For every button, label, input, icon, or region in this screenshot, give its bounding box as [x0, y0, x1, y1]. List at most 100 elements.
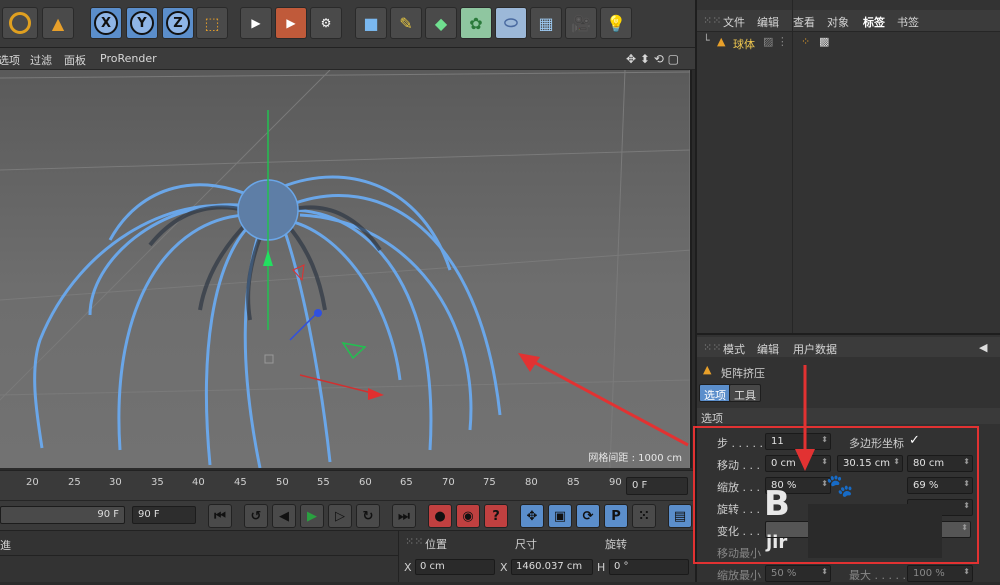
watermark-left-text: B: [764, 484, 790, 524]
move-min-label: 移动最小: [717, 547, 761, 560]
tick-label: 30: [109, 477, 122, 488]
attributes-menu-edit[interactable]: 编辑: [757, 341, 779, 357]
viewport-menu-prorender[interactable]: ProRender: [100, 52, 157, 65]
x-label: X: [404, 561, 412, 574]
tool-icon: ▲: [703, 363, 712, 376]
tick-label: 80: [525, 477, 538, 488]
timeline-window-icon[interactable]: ▤: [668, 504, 692, 528]
objects-menu-tags[interactable]: 标签: [863, 14, 885, 30]
attr-row-step: 步 . . . . . 11 多边形坐标 ✓: [697, 431, 1000, 453]
timeline-ruler[interactable]: 20 25 30 35 40 45 50 55 60 65 70 75 80 8…: [0, 470, 695, 500]
tag-icon[interactable]: ⁘: [801, 35, 810, 48]
visibility-toggle-icon[interactable]: ▨ ⋮: [763, 35, 788, 48]
coordinate-system-icon[interactable]: ⬚: [196, 7, 228, 39]
key-position-icon[interactable]: ✥: [520, 504, 544, 528]
current-frame-field[interactable]: 0 F: [626, 477, 688, 495]
previous-key-icon[interactable]: ↺: [244, 504, 268, 528]
annotation-arrow-line: [529, 358, 689, 447]
objects-menu-object[interactable]: 对象: [827, 14, 849, 30]
z-axis-lock-button[interactable]: Z: [162, 7, 194, 39]
previous-frame-icon[interactable]: ◀: [272, 504, 296, 528]
tick-label: 65: [400, 477, 413, 488]
x-axis-handle[interactable]: [368, 388, 384, 400]
max-field[interactable]: 100 %: [907, 565, 973, 582]
rotation-h-field[interactable]: 0 °: [609, 559, 689, 575]
render-settings-icon[interactable]: ⚙: [310, 7, 342, 39]
attr-row-move: 移动 . . . 0 cm 30.15 cm 80 cm: [697, 453, 1000, 475]
key-scale-icon[interactable]: ▣: [548, 504, 572, 528]
back-arrow-icon[interactable]: ◀: [979, 341, 987, 354]
texture-tag-icon[interactable]: ▩: [819, 35, 829, 48]
attributes-menu-mode[interactable]: 模式: [723, 341, 745, 357]
tick-label: 70: [442, 477, 455, 488]
floor-icon[interactable]: ▦: [530, 7, 562, 39]
coord-header-rotation: 旋转: [605, 538, 627, 551]
key-rotation-icon[interactable]: ⟳: [576, 504, 600, 528]
subdivision-icon[interactable]: ◆: [425, 7, 457, 39]
preview-end-field[interactable]: 90 F: [132, 506, 196, 524]
viewport-menu-bar: 选项 过滤 面板 ProRender ✥ ⬍ ⟲ ▢: [0, 48, 695, 70]
scale-min-field[interactable]: 50 %: [765, 565, 831, 582]
tree-branch-icon: └: [703, 34, 710, 47]
pen-icon[interactable]: ✎: [390, 7, 422, 39]
viewport-menu-panel[interactable]: 面板: [64, 52, 86, 68]
tick-label: 75: [483, 477, 496, 488]
material-icon[interactable]: ▲: [42, 7, 74, 39]
viewport-nav-icons[interactable]: ✥ ⬍ ⟲ ▢: [626, 52, 679, 66]
undo-icon[interactable]: [2, 7, 38, 39]
objects-menu-bookmarks[interactable]: 书签: [897, 14, 919, 30]
down-arrow-annotation: [795, 365, 815, 471]
move-z-field[interactable]: 80 cm: [907, 455, 973, 472]
keyframe-selection-icon[interactable]: ?: [484, 504, 508, 528]
preview-start-field[interactable]: 90 F: [0, 506, 125, 524]
tab-options[interactable]: 选项: [699, 384, 731, 402]
plane-handle-green[interactable]: [341, 341, 367, 360]
go-to-start-icon[interactable]: ⏮: [208, 504, 232, 528]
camera-icon[interactable]: 🎥: [565, 7, 597, 39]
attributes-menu-userdata[interactable]: 用户数据: [793, 341, 837, 357]
next-frame-icon[interactable]: ▷: [328, 504, 352, 528]
position-x-field[interactable]: 0 cm: [415, 559, 495, 575]
key-pla-icon[interactable]: ⁙: [632, 504, 656, 528]
object-name-label[interactable]: 球体: [733, 36, 755, 52]
cloner-icon[interactable]: ✿: [460, 7, 492, 39]
tick-label: 85: [567, 477, 580, 488]
render-picture-viewer-icon[interactable]: ▶: [275, 7, 307, 39]
size-x-field[interactable]: 1460.037 cm: [511, 559, 593, 575]
key-parameter-icon[interactable]: P: [604, 504, 628, 528]
materials-panel: 進: [0, 530, 398, 582]
auto-key-icon[interactable]: ◉: [456, 504, 480, 528]
objects-menu-view[interactable]: 查看: [793, 14, 815, 30]
y-axis-lock-button[interactable]: Y: [126, 7, 158, 39]
grip-icon: ⁙⁙: [703, 341, 722, 354]
y-axis-handle[interactable]: [263, 250, 273, 266]
down-arrow-head: [795, 449, 815, 471]
play-icon[interactable]: ▶: [300, 504, 324, 528]
move-y-field[interactable]: 30.15 cm: [837, 455, 903, 472]
z-axis-handle[interactable]: [314, 309, 322, 317]
objects-menu-file[interactable]: 文件: [723, 14, 745, 30]
materials-menu-label[interactable]: 進: [0, 537, 11, 553]
objects-menu-bar: ⁙⁙ 文件 编辑 查看 对象 标签 书签: [697, 10, 1000, 32]
3d-viewport[interactable]: 网格间距 : 1000 cm: [0, 70, 692, 468]
poly-coords-checkbox[interactable]: ✓: [909, 433, 920, 448]
render-view-icon[interactable]: ▶: [240, 7, 272, 39]
grid-spacing-label: 网格间距 : 1000 cm: [588, 453, 682, 464]
record-icon[interactable]: ●: [428, 504, 452, 528]
tab-tool[interactable]: 工具: [729, 384, 761, 402]
cube-icon[interactable]: ■: [355, 7, 387, 39]
next-key-icon[interactable]: ↻: [356, 504, 380, 528]
tool-name-label: 矩阵挤压: [721, 367, 765, 380]
tick-label: 40: [192, 477, 205, 488]
x-axis-lock-button[interactable]: X: [90, 7, 122, 39]
object-row-sphere[interactable]: └ ▲ 球体 ▨ ⋮ ⁘ ▩: [697, 0, 1000, 333]
go-to-end-icon[interactable]: ⏭: [392, 504, 416, 528]
viewport-menu-filter[interactable]: 过滤: [30, 52, 52, 68]
tick-label: 25: [68, 477, 81, 488]
viewport-scene: [0, 70, 690, 468]
light-icon[interactable]: 💡: [600, 7, 632, 39]
deformer-icon[interactable]: ⬭: [495, 7, 527, 39]
viewport-menu-options[interactable]: 选项: [0, 52, 20, 68]
objects-menu-edit[interactable]: 编辑: [757, 14, 779, 30]
step-label: 步 . . . . .: [717, 437, 763, 450]
